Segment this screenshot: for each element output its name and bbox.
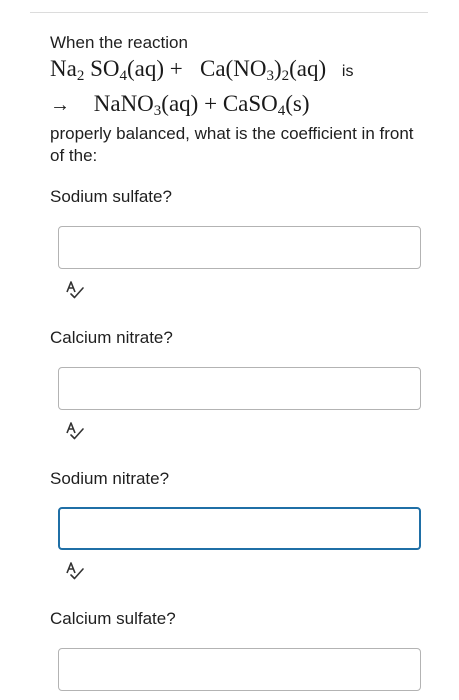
plus-sign: +: [169, 56, 183, 81]
equation-line-reactants: Na2 SO4(aq) + Ca(NO3)2(aq) is: [50, 55, 353, 86]
part-label-calcium-sulfate: Calcium sulfate?: [50, 609, 176, 628]
reaction-arrow-icon: →: [50, 94, 70, 116]
is-word: is: [341, 63, 354, 80]
question-prompt: properly balanced, what is the coefficie…: [50, 124, 414, 165]
spellcheck-icon[interactable]: [64, 561, 86, 581]
answer-input-calcium-sulfate[interactable]: [59, 649, 420, 690]
spellcheck-icon[interactable]: [64, 280, 86, 300]
spellcheck-icon[interactable]: [64, 421, 86, 441]
part-label-calcium-nitrate: Calcium nitrate?: [50, 328, 173, 347]
answer-box-sodium-nitrate[interactable]: [58, 507, 421, 550]
sodium-nitrate-formula: NaNO3(aq): [93, 91, 199, 119]
answer-box-calcium-sulfate[interactable]: [58, 648, 421, 691]
answer-input-sodium-sulfate[interactable]: [59, 227, 420, 268]
question-intro: When the reaction: [50, 33, 188, 52]
answer-box-calcium-nitrate[interactable]: [58, 367, 421, 410]
answer-input-sodium-nitrate[interactable]: [60, 509, 419, 548]
answer-input-calcium-nitrate[interactable]: [59, 368, 420, 409]
sodium-sulfate-formula: Na2 SO4(aq): [50, 56, 165, 84]
answer-box-sodium-sulfate[interactable]: [58, 226, 421, 269]
calcium-nitrate-formula: Ca(NO3)2(aq): [200, 56, 327, 84]
calcium-sulfate-formula: CaSO4(s): [222, 91, 310, 119]
part-label-sodium-nitrate: Sodium nitrate?: [50, 469, 170, 488]
equation-line-products: → NaNO3(aq) + CaSO4(s): [50, 90, 310, 119]
part-label-sodium-sulfate: Sodium sulfate?: [50, 187, 172, 206]
plus-sign: +: [204, 91, 218, 116]
top-divider: [30, 12, 428, 13]
